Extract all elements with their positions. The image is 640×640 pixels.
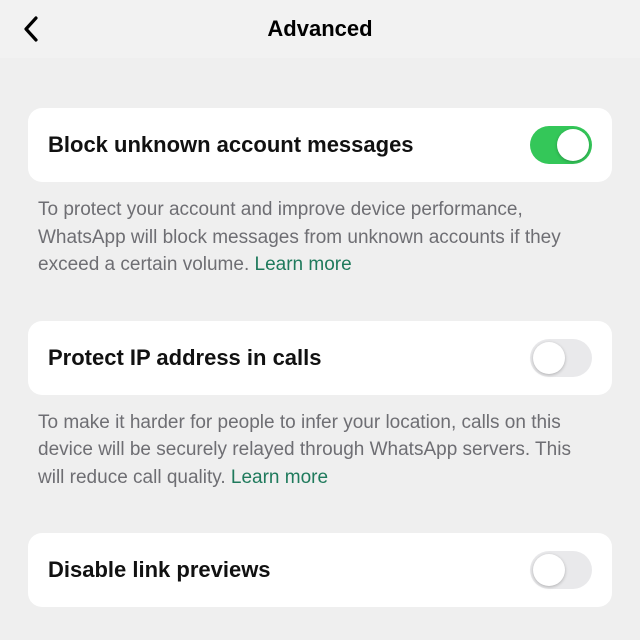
chevron-left-icon bbox=[23, 16, 38, 42]
learn-more-link[interactable]: Learn more bbox=[231, 467, 328, 488]
toggle-protect-ip[interactable] bbox=[530, 339, 592, 377]
setting-description: To protect your account and improve devi… bbox=[28, 182, 612, 279]
toggle-knob bbox=[533, 342, 565, 374]
setting-label: Protect IP address in calls bbox=[48, 345, 322, 371]
learn-more-link[interactable]: Learn more bbox=[255, 254, 352, 275]
setting-description: To make it harder for people to infer yo… bbox=[28, 395, 612, 492]
setting-label: Block unknown account messages bbox=[48, 132, 414, 158]
back-button[interactable] bbox=[10, 9, 50, 49]
toggle-knob bbox=[533, 554, 565, 586]
setting-protect-ip: Protect IP address in calls To make it h… bbox=[28, 321, 612, 492]
toggle-block-unknown[interactable] bbox=[530, 126, 592, 164]
setting-block-unknown: Block unknown account messages To protec… bbox=[28, 108, 612, 279]
page-title: Advanced bbox=[267, 16, 372, 42]
toggle-disable-previews[interactable] bbox=[530, 551, 592, 589]
setting-row: Protect IP address in calls bbox=[28, 321, 612, 395]
settings-content: Block unknown account messages To protec… bbox=[0, 58, 640, 607]
setting-row: Disable link previews bbox=[28, 533, 612, 607]
header-bar: Advanced bbox=[0, 0, 640, 58]
setting-disable-previews: Disable link previews bbox=[28, 533, 612, 607]
toggle-knob bbox=[557, 129, 589, 161]
setting-label: Disable link previews bbox=[48, 557, 271, 583]
setting-row: Block unknown account messages bbox=[28, 108, 612, 182]
